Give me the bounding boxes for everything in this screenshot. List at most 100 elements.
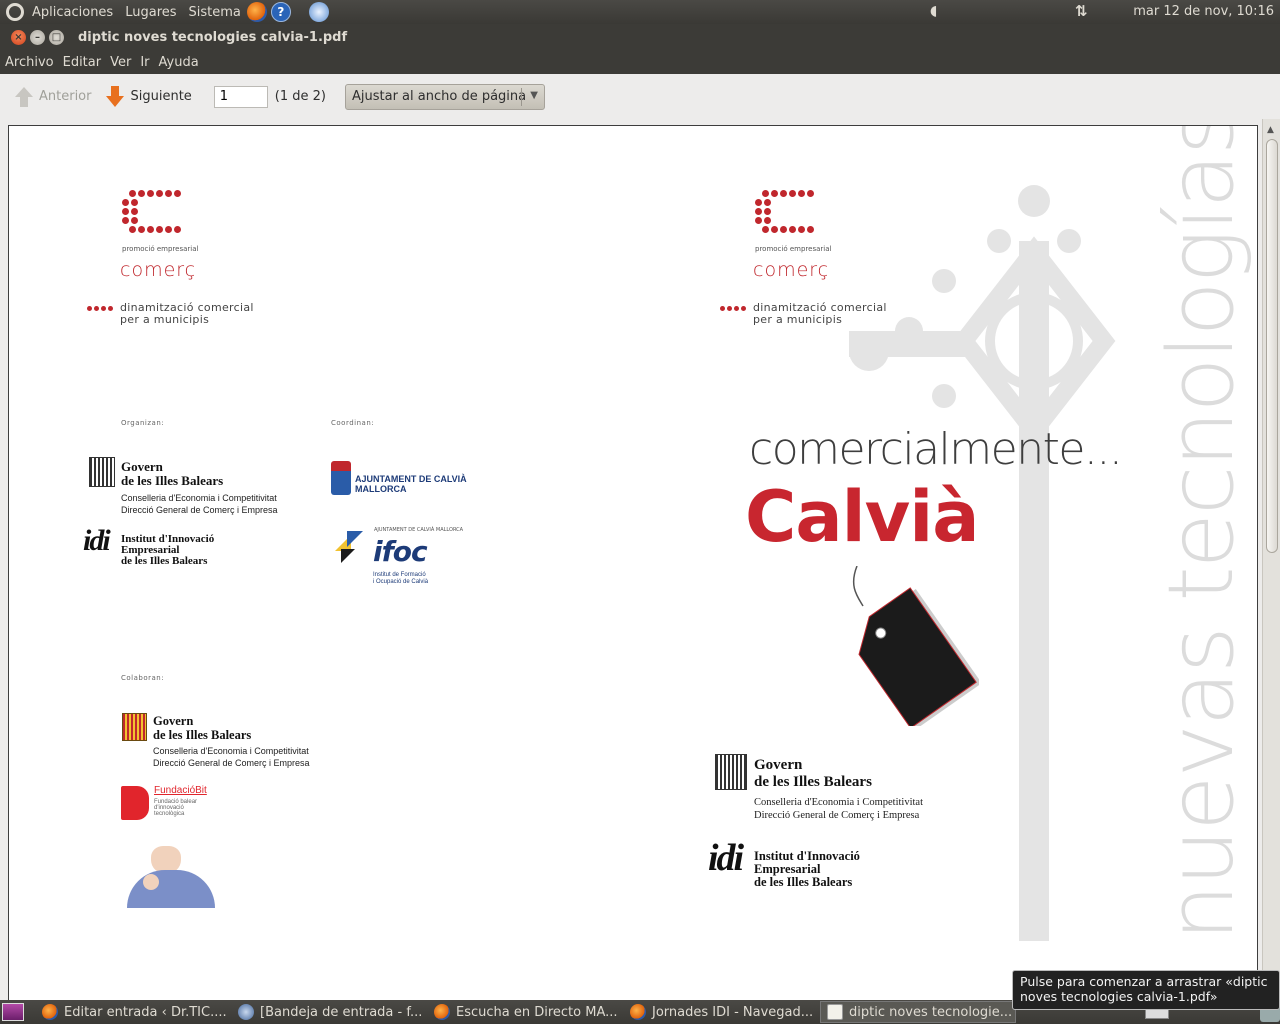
comerc-dot-logo — [119, 188, 181, 236]
menu-ver[interactable]: Ver — [110, 55, 131, 70]
govern2-title-1: Govern — [153, 714, 194, 728]
task-diptic[interactable]: diptic noves tecnologie... — [820, 1001, 1016, 1023]
task-label: diptic noves tecnologie... — [849, 1004, 1013, 1020]
menubar: Archivo Editar Ver Ir Ayuda — [0, 50, 1280, 74]
drag-tooltip: Pulse para comenzar a arrastrar «diptic … — [1012, 970, 1280, 1010]
ifoc-mark: ifoc — [373, 535, 428, 568]
ifoc-sub: Institut de Formació i Ocupació de Calvi… — [373, 572, 428, 586]
previous-page-label: Anterior — [39, 89, 92, 104]
firefox-icon[interactable] — [246, 2, 267, 22]
organizan-label: Organizan: — [121, 419, 165, 427]
page-number-input[interactable] — [213, 85, 268, 108]
comerc-dot-logo-right — [752, 188, 814, 236]
govern-sub: Conselleria d'Economia i Competitivitat … — [121, 492, 278, 516]
red-dots-right — [720, 306, 746, 311]
menu-sistema[interactable]: Sistema — [189, 5, 241, 20]
govern-sub-2: Direcció General de Comerç i Empresa — [121, 505, 278, 515]
thunderbird-icon — [238, 1004, 254, 1020]
vertical-scrollbar[interactable]: ▲ — [1262, 119, 1280, 1000]
minimize-icon[interactable]: – — [30, 29, 45, 45]
document-viewport[interactable]: promoció empresarial comerç dinamització… — [0, 119, 1280, 1005]
help-icon[interactable]: ? — [270, 2, 291, 22]
tagline-right: dinamització comercial per a municipis — [753, 302, 887, 326]
govern-right-sub: Conselleria d'Economia i Competitivitat … — [754, 796, 923, 822]
govern2-sub-1: Conselleria d'Economia i Competitivitat — [153, 746, 309, 756]
tagline-right-2: per a municipis — [753, 313, 843, 326]
menu-ir[interactable]: Ir — [140, 55, 149, 70]
zoom-select[interactable]: Ajustar al ancho de página ▼ — [345, 83, 545, 110]
task-label: Jornades IDI - Navegad... — [652, 1004, 814, 1020]
headline-comercialmente: comercialmente... — [749, 424, 1123, 475]
document-icon — [827, 1004, 843, 1020]
govern-title-2: de les Illes Balears — [121, 473, 224, 488]
next-page-button[interactable]: Siguiente — [99, 82, 197, 112]
zoom-separator — [521, 87, 522, 106]
vertical-title: nuevas tecnologías — [1149, 125, 1254, 941]
next-page-label: Siguiente — [130, 89, 192, 104]
menu-ayuda[interactable]: Ayuda — [159, 55, 199, 70]
zoom-select-value: Ajustar al ancho de página — [352, 89, 527, 104]
tooltip-line-1: Pulse para comenzar a arrastrar «diptic — [1020, 974, 1268, 989]
task-label: Editar entrada ‹ Dr.TIC.... — [64, 1004, 227, 1020]
clock[interactable]: mar 12 de nov, 10:16 — [1133, 4, 1274, 19]
logo-word-right: comerç — [753, 259, 830, 281]
task-escucha[interactable]: Escucha en Directo MA... — [428, 1001, 624, 1023]
idi-right-line-3: de les Illes Balears — [754, 875, 853, 889]
doctor-illustration — [123, 846, 217, 908]
logo-subtitle-right: promoció empresarial — [755, 245, 832, 253]
maximize-icon[interactable]: □ — [49, 29, 64, 45]
red-dots — [87, 306, 113, 311]
task-jornades[interactable]: Jornades IDI - Navegad... — [624, 1001, 820, 1023]
thunderbird-icon[interactable] — [308, 2, 329, 22]
scroll-up-icon[interactable]: ▲ — [1267, 125, 1274, 135]
scroll-thumb[interactable] — [1266, 139, 1278, 553]
govern2-sub-2: Direcció General de Comerç i Empresa — [153, 758, 310, 768]
coordinan-label: Coordinan: — [331, 419, 375, 427]
menu-aplicaciones[interactable]: Aplicaciones — [32, 5, 113, 20]
ifoc-sub-2: i Ocupació de Calvià — [373, 579, 429, 585]
page-count: (1 de 2) — [274, 89, 326, 104]
calvia-line-1: AJUNTAMENT DE CALVIÀ — [355, 474, 467, 484]
fundaciobit-logo-icon — [121, 786, 149, 820]
next-page-icon — [105, 85, 125, 108]
headline-calvia: Calvià — [745, 476, 979, 558]
govern2-title-2: de les Illes Balears — [153, 728, 252, 742]
top-menu: Aplicaciones Lugares Sistema — [32, 5, 241, 20]
fbit-sub: Fundació balear d'innovació tecnològica — [154, 799, 197, 817]
calvia-line-2: MALLORCA — [355, 484, 407, 494]
ifoc-sub-1: Institut de Formació — [373, 572, 426, 578]
menu-editar[interactable]: Editar — [63, 55, 102, 70]
decorative-cross — [849, 185, 1116, 941]
menu-archivo[interactable]: Archivo — [5, 55, 54, 70]
window-titlebar[interactable]: × – □ diptic noves tecnologies calvia-1.… — [0, 24, 1280, 50]
firefox-icon — [434, 1004, 450, 1020]
browser-icon — [630, 1004, 646, 1020]
show-desktop-icon[interactable] — [2, 1003, 24, 1021]
task-label: Escucha en Directo MA... — [456, 1004, 618, 1020]
govern-sub-1: Conselleria d'Economia i Competitivitat — [121, 493, 277, 503]
idi-right-text: Institut d'Innovació Empresarial de les … — [754, 850, 860, 889]
calvia-crest-icon — [331, 461, 351, 495]
tagline-line-2: per a municipis — [120, 313, 210, 326]
fbit-sub-3: tecnològica — [154, 811, 185, 817]
pdf-page: promoció empresarial comerç dinamització… — [8, 125, 1258, 1005]
govern-crest-icon-right — [715, 754, 747, 790]
idi-text: Institut d'Innovació Empresarial de les … — [121, 534, 214, 567]
task-editar-entrada[interactable]: Editar entrada ‹ Dr.TIC.... — [36, 1001, 232, 1023]
menu-lugares[interactable]: Lugares — [125, 5, 176, 20]
network-icon[interactable]: ⇅ — [1075, 2, 1088, 20]
govern-right-sub-1: Conselleria d'Economia i Competitivitat — [754, 797, 923, 808]
volume-icon[interactable]: ◖ — [930, 3, 948, 21]
idi-right-mark: idi — [708, 837, 744, 879]
task-bandeja[interactable]: [Bandeja de entrada - f... — [232, 1001, 428, 1023]
govern-right-title-2: de les Illes Balears — [754, 774, 872, 790]
window-title: diptic noves tecnologies calvia-1.pdf — [78, 29, 348, 45]
toolbar: Anterior Siguiente (1 de 2) Ajustar al a… — [0, 74, 1280, 119]
ubuntu-logo-icon[interactable] — [6, 3, 24, 21]
close-icon[interactable]: × — [11, 29, 26, 45]
task-label: [Bandeja de entrada - f... — [260, 1004, 423, 1020]
idi-mark: idi — [83, 524, 111, 557]
tagline: dinamització comercial per a municipis — [120, 302, 254, 326]
previous-page-button[interactable]: Anterior — [8, 82, 97, 112]
govern-crest-icon — [89, 457, 115, 487]
